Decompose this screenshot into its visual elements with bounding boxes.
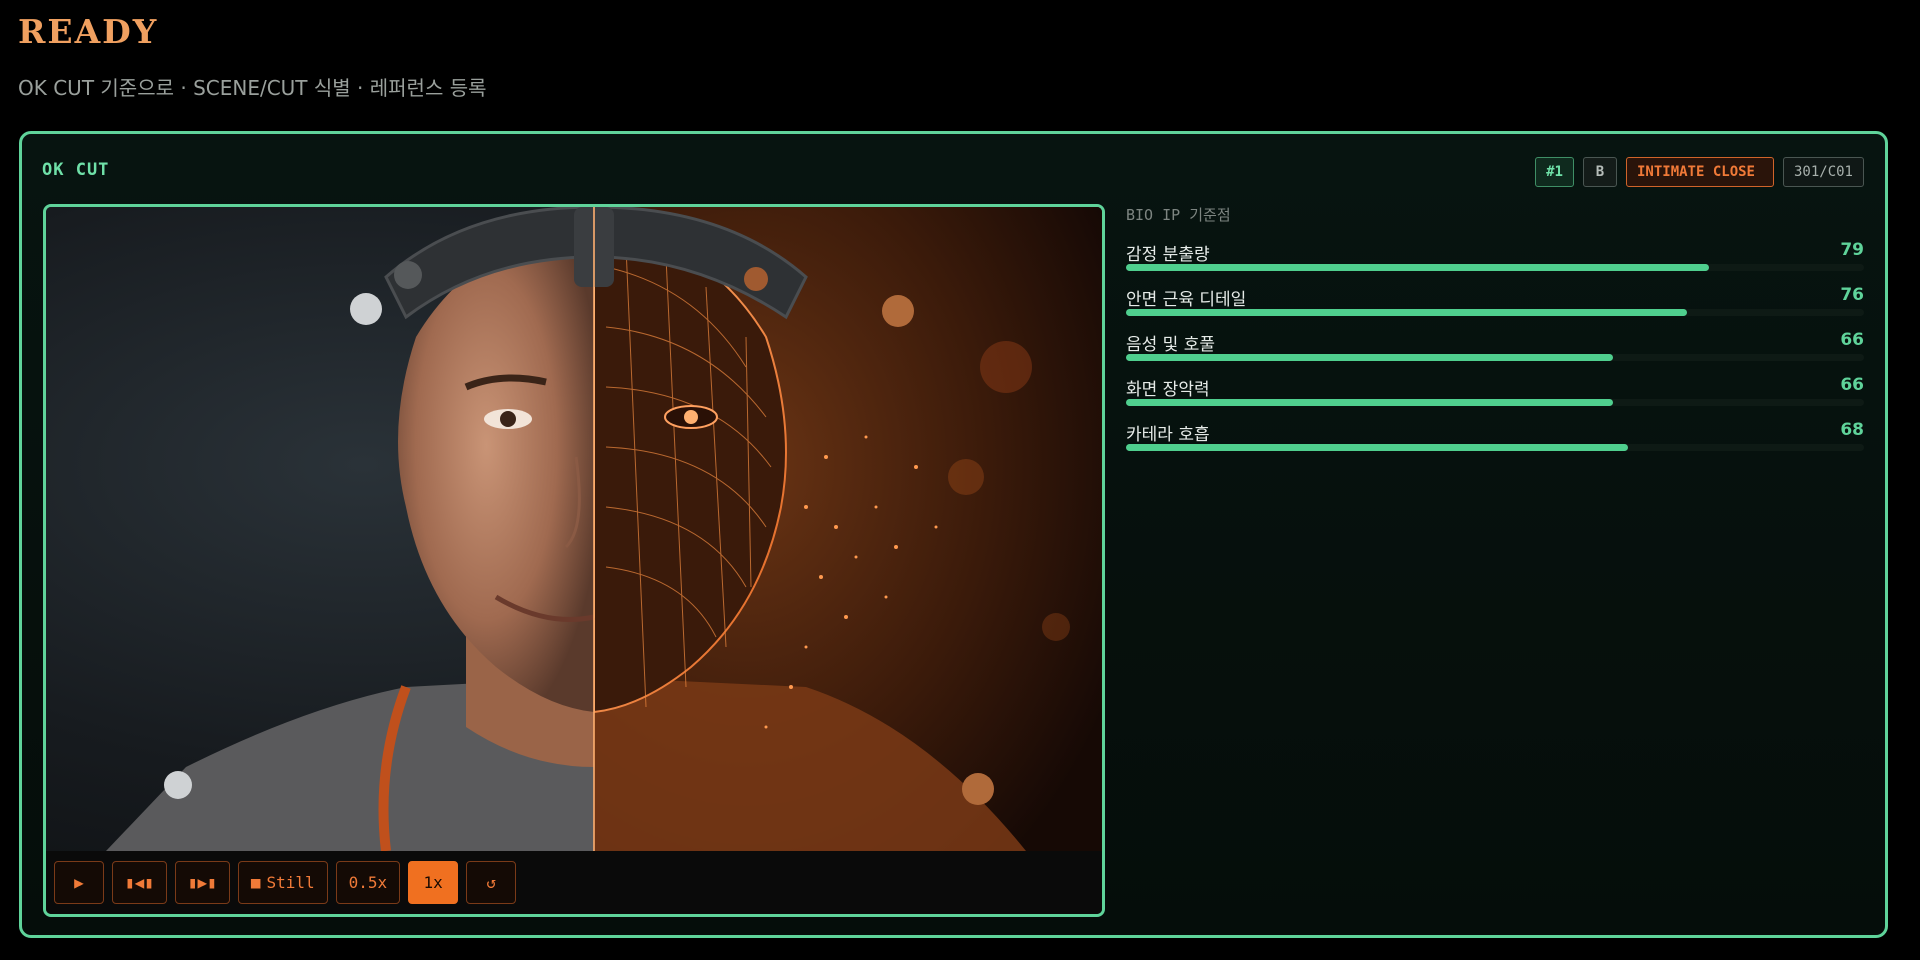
metric-value: 68 [1840, 420, 1864, 440]
metric-bar-track [1126, 309, 1864, 316]
metric-row: 음성 및 호풀 66 [1126, 330, 1864, 375]
panel-label: OK CUT [42, 160, 110, 180]
metric-bar-track [1126, 444, 1864, 451]
metric-value: 76 [1840, 285, 1864, 305]
metric-row: 감정 분출량 79 [1126, 240, 1864, 285]
metric-bar-fill [1126, 354, 1614, 361]
metric-bar-track [1126, 399, 1864, 406]
metric-name: 화면 장악력 [1126, 380, 1210, 400]
frame-step-forward-icon: ▮▶▮ [187, 873, 217, 892]
metric-bar-track [1126, 264, 1864, 271]
speed-normal-button[interactable]: 1x [408, 861, 459, 904]
page-subtitle: OK CUT 기준으로 · SCENE/CUT 식별 · 레퍼런스 등록 [18, 76, 487, 100]
metric-bar-fill [1126, 444, 1628, 451]
shot-type-badge[interactable]: INTIMATE CLOSE [1625, 157, 1774, 187]
reset-button[interactable]: ↺ [466, 861, 517, 904]
metric-value: 66 [1840, 375, 1864, 395]
speed-half-button[interactable]: 0.5x [335, 861, 401, 904]
metric-name: 감정 분출량 [1126, 245, 1210, 265]
cut-number-badge[interactable]: #1 [1535, 157, 1574, 187]
metric-bar-fill [1126, 309, 1687, 316]
ok-cut-panel: OK CUT #1 B INTIMATE CLOSE 301/C01 ▶ ▮◀▮… [19, 131, 1888, 938]
still-label: Still [266, 873, 315, 892]
metric-value: 79 [1840, 240, 1864, 260]
metric-value: 66 [1840, 330, 1864, 350]
reset-icon: ↺ [486, 873, 496, 892]
metric-row: 카테라 호흡 68 [1126, 420, 1864, 465]
metric-row: 안면 근육 디테일 76 [1126, 285, 1864, 330]
video-viewer: ▶ ▮◀▮ ▮▶▮ ■ Still 0.5x 1x ↺ [43, 204, 1105, 917]
playback-controls: ▶ ▮◀▮ ▮▶▮ ■ Still 0.5x 1x ↺ [46, 851, 1102, 914]
play-button[interactable]: ▶ [54, 861, 104, 904]
metric-name: 안면 근육 디테일 [1126, 290, 1247, 310]
video-frame[interactable] [46, 207, 1102, 851]
cut-tags: #1 B INTIMATE CLOSE 301/C01 [1535, 157, 1864, 187]
metrics-label: BIO IP 기준점 [1126, 206, 1231, 224]
take-badge[interactable]: B [1582, 157, 1617, 187]
metric-row: 화면 장악력 66 [1126, 375, 1864, 420]
actor-face-scan-image [106, 207, 1102, 851]
still-button[interactable]: ■ Still [237, 861, 328, 904]
metric-name: 카테라 호흡 [1126, 425, 1210, 445]
frame-step-back-icon: ▮◀▮ [125, 873, 154, 892]
play-icon: ▶ [74, 873, 84, 892]
metric-name: 음성 및 호풀 [1126, 335, 1216, 355]
frame-step-forward-button[interactable]: ▮▶▮ [174, 861, 230, 904]
stop-icon: ■ [250, 873, 261, 892]
metric-bar-fill [1126, 399, 1614, 406]
scene-cut-badge[interactable]: 301/C01 [1782, 157, 1864, 187]
metric-bar-track [1126, 354, 1864, 361]
page-title: READY [18, 12, 159, 51]
frame-step-back-button[interactable]: ▮◀▮ [112, 861, 167, 904]
bio-ip-metrics: BIO IP 기준점 감정 분출량 79 안면 근육 디테일 76 음성 및 호… [1126, 204, 1864, 465]
metric-bar-fill [1126, 264, 1710, 271]
